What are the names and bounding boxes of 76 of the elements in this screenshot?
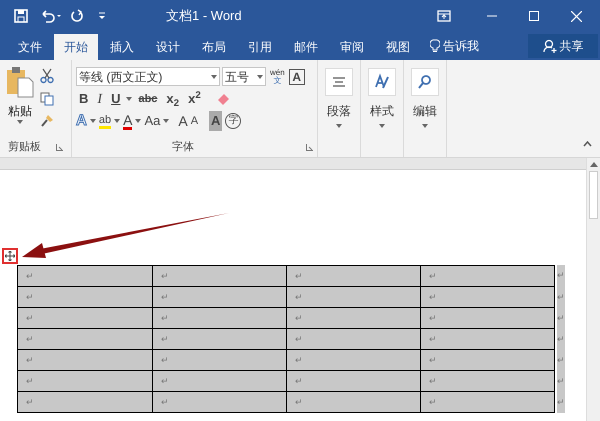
vertical-scrollbar[interactable]: [586, 158, 600, 421]
collapse-ribbon-icon[interactable]: [583, 141, 592, 147]
copy-icon[interactable]: [40, 92, 54, 106]
clipboard-icon: [5, 66, 35, 98]
font-color-button[interactable]: A: [123, 112, 132, 130]
ribbon-tab[interactable]: 设计: [146, 34, 190, 60]
dialog-launcher-icon[interactable]: [56, 144, 63, 150]
shrink-font-button[interactable]: A: [190, 112, 198, 130]
font-name-field[interactable]: 等线 (西文正文): [76, 67, 220, 86]
superscript-button[interactable]: x$^{2}$: [185, 89, 204, 109]
lightbulb-icon: [430, 39, 440, 53]
table-move-handle[interactable]: [2, 248, 18, 264]
caret-icon: [336, 124, 342, 128]
window-title: 文档1 - Word: [166, 7, 242, 26]
row-end-mark: ↵: [557, 308, 565, 329]
row-end-mark: ↵: [557, 371, 565, 392]
ribbon-tab[interactable]: 布局: [192, 34, 236, 60]
ribbon-tab[interactable]: 引用: [238, 34, 282, 60]
strikethrough-button[interactable]: abc: [135, 90, 160, 108]
caret-icon[interactable]: [135, 119, 142, 123]
close-icon[interactable]: [571, 10, 582, 22]
row-end-mark: ↵: [557, 329, 565, 350]
scissors-icon[interactable]: [40, 68, 54, 84]
editing-button[interactable]: 编辑: [411, 68, 439, 128]
paste-button[interactable]: 粘贴: [0, 66, 40, 137]
phonetic-guide-button[interactable]: wén 文: [270, 68, 285, 84]
customize-icon[interactable]: [98, 11, 106, 21]
redo-icon[interactable]: [70, 9, 84, 23]
styles-button[interactable]: 样式: [368, 68, 396, 128]
row-end-mark: ↵: [557, 350, 565, 371]
highlight-button[interactable]: ab: [98, 114, 112, 128]
scroll-thumb[interactable]: [589, 171, 598, 219]
italic-button[interactable]: I: [94, 88, 106, 110]
caret-icon[interactable]: [126, 97, 132, 101]
subscript-button[interactable]: x$_{2}$: [163, 89, 182, 109]
character-border-button[interactable]: A: [288, 68, 305, 84]
move-icon: [5, 251, 15, 261]
caret-icon[interactable]: [90, 119, 96, 123]
group-label: 字体: [172, 140, 194, 155]
ribbon-tab[interactable]: 插入: [100, 34, 144, 60]
scroll-up-icon[interactable]: [590, 162, 598, 167]
ribbon-tab[interactable]: 邮件: [284, 34, 328, 60]
undo-icon[interactable]: [40, 9, 62, 23]
ribbon-tab[interactable]: 审阅: [330, 34, 374, 60]
caret-icon[interactable]: [114, 119, 120, 123]
caret-icon: [257, 74, 263, 78]
save-icon[interactable]: [14, 9, 28, 23]
caret-icon: [379, 124, 385, 128]
font-size-field[interactable]: 五号: [222, 67, 266, 86]
bold-button[interactable]: B: [76, 89, 92, 109]
underline-button[interactable]: U: [108, 89, 124, 109]
format-painter-icon[interactable]: [40, 114, 54, 128]
change-case-button[interactable]: Aa: [144, 111, 160, 131]
row-end-mark: ↵: [557, 392, 565, 413]
ribbon-display-icon[interactable]: [437, 10, 451, 22]
caret-icon: [17, 120, 23, 124]
ribbon-tab[interactable]: 文件: [8, 34, 52, 60]
group-label: 剪贴板: [8, 140, 41, 155]
magnifier-icon: [416, 73, 434, 91]
caret-icon: [422, 124, 428, 128]
tell-me-field[interactable]: 告诉我: [443, 37, 479, 55]
enclose-character-button[interactable]: 字: [225, 113, 242, 129]
styles-icon: [373, 73, 391, 91]
maximize-icon[interactable]: [529, 11, 539, 21]
ribbon-tab[interactable]: 开始: [54, 34, 98, 60]
row-end-mark: ↵: [557, 287, 565, 308]
grow-font-button[interactable]: A: [178, 110, 188, 132]
row-end-mark: ↵: [557, 265, 565, 287]
caret-icon[interactable]: [163, 119, 170, 123]
share-button[interactable]: 共享: [528, 34, 598, 58]
character-shading-button[interactable]: A: [209, 111, 222, 131]
ribbon-tab[interactable]: 视图: [376, 34, 420, 60]
caret-icon: [211, 74, 217, 78]
paragraph-button[interactable]: 段落: [325, 68, 353, 128]
person-icon: [542, 39, 556, 53]
dialog-launcher-icon[interactable]: [306, 144, 313, 150]
